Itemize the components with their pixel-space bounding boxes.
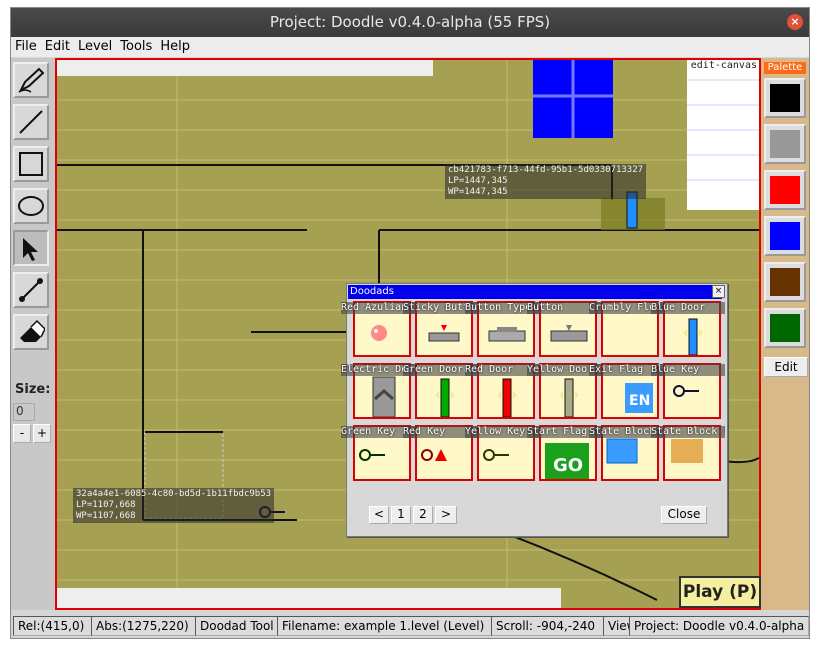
tool-bar: Size: 0 - + xyxy=(11,58,55,610)
menu-file[interactable]: File xyxy=(11,37,41,57)
doodad-label: Blue Door xyxy=(651,302,725,314)
window-close-button[interactable]: × xyxy=(787,14,803,30)
status-project: Project: Doodle v0.4.0-alpha xyxy=(629,616,809,636)
start-flag-text: GO xyxy=(553,455,583,476)
actor-wp: WP=1447,345 xyxy=(448,187,508,197)
doodad-label: Blue Key xyxy=(651,364,725,376)
line-tool-button[interactable] xyxy=(13,104,49,140)
exit-flag-text: EN xyxy=(629,393,650,409)
eraser-tool-icon xyxy=(20,319,45,342)
actor-lp: LP=1447,345 xyxy=(448,176,508,186)
actor-info-key: 32a4a4e1-6085-4c80-bd5d-1b11fbdc9b53 LP=… xyxy=(73,488,275,523)
doodads-close-button[interactable]: Close xyxy=(661,506,707,524)
swatch-color xyxy=(770,222,800,250)
swatch-red[interactable] xyxy=(764,170,806,210)
swatch-color xyxy=(770,314,800,342)
status-filename: Filename: example 1.level (Level) xyxy=(277,616,495,636)
pencil-tool-button[interactable] xyxy=(13,62,49,98)
status-scroll: Scroll: -904,-240 xyxy=(491,616,605,636)
page-2-button[interactable]: 2 xyxy=(413,506,433,524)
doodad-blue-door[interactable]: Blue Door xyxy=(651,301,725,357)
status-abs: Abs:(1275,220) xyxy=(91,616,201,636)
menu-level[interactable]: Level xyxy=(74,37,116,57)
doodad-blue-key[interactable]: Blue Key xyxy=(651,363,725,419)
swatch-color xyxy=(770,130,800,158)
palette-title: Palette xyxy=(764,62,806,74)
menu-help[interactable]: Help xyxy=(156,37,194,57)
line-tool-icon xyxy=(19,110,43,134)
page-prev-button[interactable]: < xyxy=(369,506,389,524)
swatch-green[interactable] xyxy=(764,308,806,348)
actor-id: 32a4a4e1-6085-4c80-bd5d-1b11fbdc9b53 xyxy=(76,489,272,499)
brush-size-decrease-button[interactable]: - xyxy=(13,424,31,443)
eraser-tool-button[interactable] xyxy=(13,314,49,350)
link-tool-button[interactable] xyxy=(13,272,49,308)
pencil-tool-icon xyxy=(18,67,45,93)
swatch-color xyxy=(770,84,800,112)
ellipse-tool-icon xyxy=(18,196,44,216)
menu-edit[interactable]: Edit xyxy=(41,37,74,57)
doodad-label: State Block (Orange) xyxy=(651,426,725,438)
swatch-color xyxy=(770,268,800,296)
title-bar: Project: Doodle v0.4.0-alpha (55 FPS) × xyxy=(11,8,809,37)
status-tool: Doodad Tool xyxy=(195,616,279,636)
doodads-window: Doodads × Red Azulian Sticky Button Button… xyxy=(341,283,728,537)
actor-id: cb421783-f713-44fd-95b1-5d0330713327 xyxy=(448,165,644,175)
play-button[interactable]: Play (P) xyxy=(679,576,761,608)
palette-panel: Palette Edit xyxy=(761,58,809,610)
doodad-state-block-orange[interactable]: State Block (Orange) xyxy=(651,425,725,481)
rect-tool-icon xyxy=(19,152,43,176)
swatch-brown[interactable] xyxy=(764,262,806,302)
app-window: Project: Doodle v0.4.0-alpha (55 FPS) × … xyxy=(10,7,810,639)
doodads-window-title: Doodads xyxy=(348,285,722,299)
swatch-black[interactable] xyxy=(764,78,806,118)
doodads-window-close-icon[interactable]: × xyxy=(712,285,725,298)
status-rel: Rel:(415,0) xyxy=(13,616,97,636)
brush-size-label: Size: xyxy=(15,382,51,397)
status-bar: Rel:(415,0) Abs:(1275,220) Doodad Tool F… xyxy=(11,614,809,638)
edit-canvas-label: edit-canvas xyxy=(688,60,759,71)
page-1-button[interactable]: 1 xyxy=(391,506,411,524)
rect-tool-button[interactable] xyxy=(13,146,49,182)
swatch-color xyxy=(770,176,800,204)
palette-edit-button[interactable]: Edit xyxy=(764,357,808,377)
link-tool-icon xyxy=(19,278,43,302)
ellipse-tool-button[interactable] xyxy=(13,188,49,224)
actor-info-blue-door: cb421783-f713-44fd-95b1-5d0330713327 LP=… xyxy=(445,164,647,199)
page-next-button[interactable]: > xyxy=(435,506,457,524)
brush-size-increase-button[interactable]: + xyxy=(33,424,51,443)
doodad-tool-icon xyxy=(23,238,38,261)
window-title: Project: Doodle v0.4.0-alpha (55 FPS) xyxy=(269,13,551,31)
actor-lp: LP=1107,668 xyxy=(76,500,136,510)
menu-tools[interactable]: Tools xyxy=(116,37,156,57)
doodad-tool-button[interactable] xyxy=(13,230,49,266)
menu-bar: File Edit Level Tools Help xyxy=(11,37,809,57)
swatch-blue[interactable] xyxy=(764,216,806,256)
swatch-grey[interactable] xyxy=(764,124,806,164)
brush-size-field[interactable]: 0 xyxy=(13,403,35,421)
actor-wp: WP=1107,668 xyxy=(76,511,136,521)
